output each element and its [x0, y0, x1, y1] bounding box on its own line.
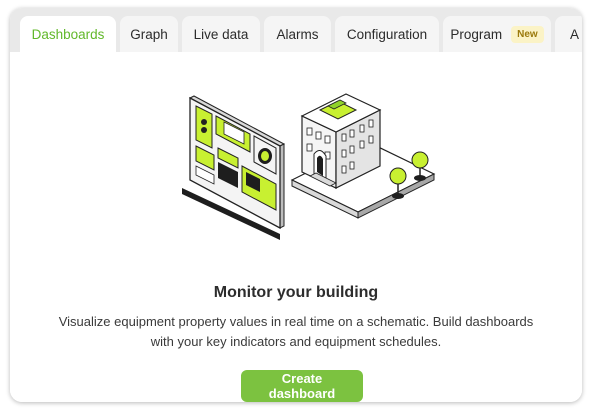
tab-program[interactable]: Program New — [443, 16, 551, 52]
new-badge: New — [511, 25, 544, 43]
dashboards-panel: Dashboards Graph Live data Alarms Config… — [10, 8, 582, 402]
tab-label: Live data — [193, 26, 249, 42]
empty-state-title: Monitor your building — [213, 284, 379, 301]
tab-a[interactable]: A — [555, 16, 582, 52]
tab-label: Dashboards — [31, 27, 105, 42]
tab-label: Alarms — [276, 26, 319, 42]
tab-alarms[interactable]: Alarms — [264, 16, 331, 52]
tab-dashboards[interactable]: Dashboards — [20, 16, 116, 53]
tab-graph[interactable]: Graph — [120, 16, 178, 52]
empty-state: Monitor your building Visualize equipmen… — [10, 52, 582, 402]
tab-live-data[interactable]: Live data — [182, 16, 260, 52]
tab-label: Configuration — [346, 26, 428, 42]
tab-label: Graph — [130, 26, 168, 42]
empty-state-description: Visualize equipment property values in r… — [58, 314, 534, 349]
create-dashboard-button[interactable]: Create dashboard — [241, 370, 363, 402]
tab-label: A — [570, 26, 580, 42]
tab-configuration[interactable]: Configuration — [335, 16, 439, 52]
tab-label: Program — [450, 26, 503, 42]
tab-bar: Dashboards Graph Live data Alarms Config… — [10, 8, 582, 53]
building-dashboard-illustration — [182, 93, 436, 240]
